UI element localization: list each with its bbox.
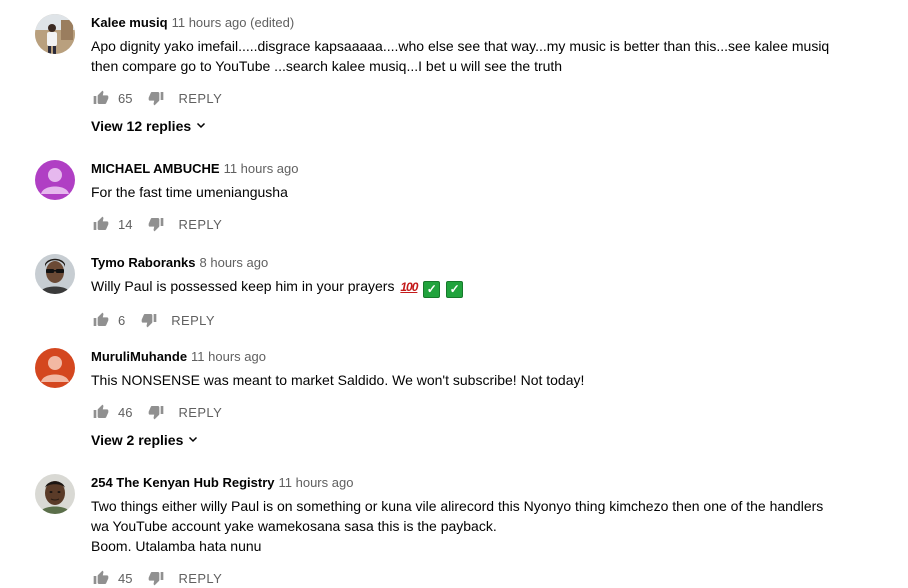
comment-thread: Kalee musiq 11 hours ago (edited) Apo di…: [0, 14, 908, 154]
check-mark-emoji-icon: ✓: [423, 281, 441, 298]
author-name[interactable]: MuruliMuhande: [91, 348, 187, 366]
comment-header: 254 The Kenyan Hub Registry 11 hours ago: [91, 474, 848, 492]
check-mark-emoji-icon: ✓: [446, 281, 464, 298]
comment-toolbar: 65 REPLY: [91, 88, 848, 108]
comment-body: MICHAEL AMBUCHE 11 hours ago For the fas…: [91, 160, 848, 234]
like-count: 6: [118, 312, 126, 328]
reply-button[interactable]: REPLY: [178, 217, 222, 232]
reply-button[interactable]: REPLY: [178, 571, 222, 586]
comment-text: Willy Paul is possessed keep him in your…: [91, 276, 836, 298]
thumbs-up-icon[interactable]: [91, 568, 111, 588]
author-name[interactable]: Tymo Raboranks: [91, 254, 196, 272]
comment-header: MICHAEL AMBUCHE 11 hours ago: [91, 160, 848, 178]
view-replies-button[interactable]: View 2 replies: [91, 430, 199, 450]
thumbs-down-icon[interactable]: [146, 88, 166, 108]
comment-header: Tymo Raboranks 8 hours ago: [91, 254, 848, 272]
author-name[interactable]: Kalee musiq: [91, 14, 168, 32]
comment-text-line: Boom. Utalamba hata nunu: [91, 538, 262, 554]
comment-toolbar: 45 REPLY: [91, 568, 848, 588]
author-name[interactable]: MICHAEL AMBUCHE: [91, 160, 220, 178]
comment-text: For the fast time umeniangusha: [91, 182, 836, 202]
comment-header: MuruliMuhande 11 hours ago: [91, 348, 848, 366]
comment-time[interactable]: 11 hours ago: [279, 474, 354, 492]
comment-body: MuruliMuhande 11 hours ago This NONSENSE…: [91, 348, 848, 450]
thumbs-down-icon[interactable]: [139, 310, 159, 330]
comment-time[interactable]: 8 hours ago: [200, 254, 269, 272]
like-count: 65: [118, 90, 133, 106]
thumbs-down-icon[interactable]: [146, 214, 166, 234]
view-replies-label: View 2 replies: [91, 432, 184, 448]
comment-toolbar: 6 REPLY: [91, 310, 848, 330]
comment-toolbar: 14 REPLY: [91, 214, 848, 234]
comment-text: This NONSENSE was meant to market Saldid…: [91, 370, 836, 390]
avatar[interactable]: [35, 254, 75, 294]
thumbs-up-icon[interactable]: [91, 310, 111, 330]
thumbs-down-icon[interactable]: [146, 402, 166, 422]
reply-button[interactable]: REPLY: [171, 313, 215, 328]
comment-text-line: For the fast time umeniangusha: [91, 184, 288, 200]
comment-thread: 254 The Kenyan Hub Registry 11 hours ago…: [0, 474, 908, 588]
comment-time[interactable]: 11 hours ago: [224, 160, 299, 178]
view-replies-button[interactable]: View 12 replies: [91, 116, 207, 136]
like-count: 45: [118, 570, 133, 586]
reply-button[interactable]: REPLY: [178, 91, 222, 106]
comment-time[interactable]: 11 hours ago (edited): [172, 14, 295, 32]
comment-thread: Tymo Raboranks 8 hours ago Willy Paul is…: [0, 254, 908, 334]
comment-thread: MuruliMuhande 11 hours ago This NONSENSE…: [0, 348, 908, 458]
comment-text-line: then compare go to YouTube ...search kal…: [91, 58, 563, 74]
comment-text-line: Apo dignity yako imefail.....disgrace ka…: [91, 38, 830, 54]
comment-text-line: Two things either willy Paul is on somet…: [91, 498, 824, 514]
comment-text: Two things either willy Paul is on somet…: [91, 496, 836, 556]
thumbs-down-icon[interactable]: [146, 568, 166, 588]
comment-text-line: This NONSENSE was meant to market Saldid…: [91, 372, 585, 388]
like-count: 14: [118, 216, 133, 232]
hundred-emoji-icon: 100: [400, 280, 418, 294]
avatar[interactable]: [35, 348, 75, 388]
comment-time[interactable]: 11 hours ago: [191, 348, 266, 366]
author-name[interactable]: 254 The Kenyan Hub Registry: [91, 474, 275, 492]
thumbs-up-icon[interactable]: [91, 88, 111, 108]
comment-body: Tymo Raboranks 8 hours ago Willy Paul is…: [91, 254, 848, 330]
avatar[interactable]: [35, 14, 75, 54]
comments-section: Kalee musiq 11 hours ago (edited) Apo di…: [0, 0, 908, 588]
comment-text-line: Willy Paul is possessed keep him in your…: [91, 276, 836, 298]
reply-button[interactable]: REPLY: [178, 405, 222, 420]
comment-text-line: wa YouTube account yake wamekosana sasa …: [91, 518, 497, 534]
avatar[interactable]: [35, 160, 75, 200]
comment-header: Kalee musiq 11 hours ago (edited): [91, 14, 848, 32]
avatar[interactable]: [35, 474, 75, 514]
chevron-down-icon: [195, 118, 207, 134]
thumbs-up-icon[interactable]: [91, 214, 111, 234]
view-replies-label: View 12 replies: [91, 118, 192, 134]
thumbs-up-icon[interactable]: [91, 402, 111, 422]
like-count: 46: [118, 404, 133, 420]
chevron-down-icon: [187, 432, 199, 448]
comment-text-content: Willy Paul is possessed keep him in your…: [91, 278, 395, 294]
comment-toolbar: 46 REPLY: [91, 402, 848, 422]
comment-body: Kalee musiq 11 hours ago (edited) Apo di…: [91, 14, 848, 136]
comment-text: Apo dignity yako imefail.....disgrace ka…: [91, 36, 836, 76]
comment-thread: MICHAEL AMBUCHE 11 hours ago For the fas…: [0, 160, 908, 240]
comment-body: 254 The Kenyan Hub Registry 11 hours ago…: [91, 474, 848, 588]
